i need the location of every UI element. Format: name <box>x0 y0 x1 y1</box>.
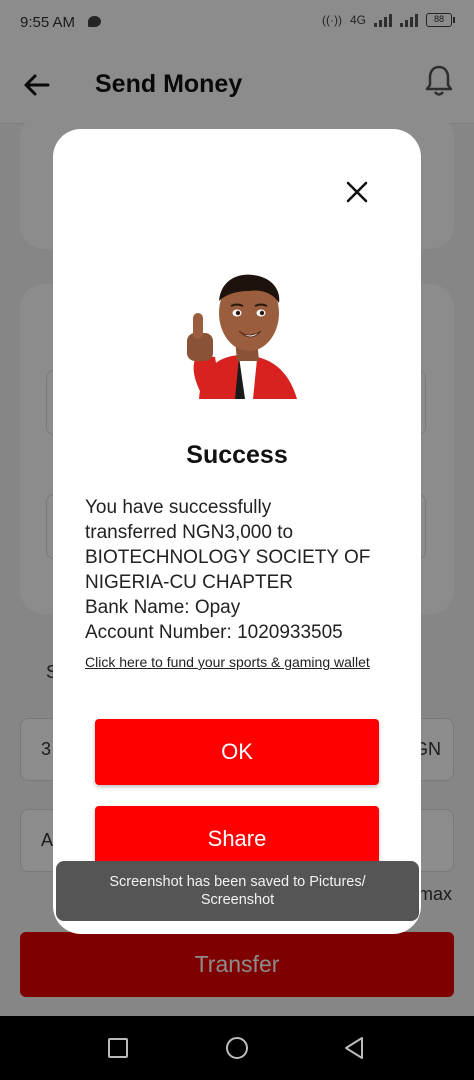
triangle-back-icon[interactable] <box>343 1036 365 1060</box>
toast-line: Screenshot <box>200 892 275 908</box>
message-line: You have successfully <box>85 497 272 518</box>
message-line: BIOTECHNOLOGY SOCIETY OF <box>85 547 371 568</box>
thumbs-up-character-illustration <box>187 274 297 399</box>
success-dialog: Success You have successfully transferre… <box>53 129 421 934</box>
bank-name-line: Bank Name: Opay <box>85 597 241 618</box>
fund-wallet-link[interactable]: Click here to fund your sports & gaming … <box>85 653 385 671</box>
close-icon[interactable] <box>344 179 370 205</box>
success-message: You have successfully transferred NGN3,0… <box>85 495 395 645</box>
ok-button[interactable]: OK <box>95 719 379 785</box>
dialog-title: Success <box>186 441 288 469</box>
message-line: NIGERIA-CU CHAPTER <box>85 572 293 593</box>
system-nav-bar <box>0 1016 474 1080</box>
square-icon[interactable] <box>108 1038 128 1058</box>
screenshot-toast: Screenshot has been saved to Pictures/ S… <box>56 861 419 921</box>
toast-line: Screenshot has been saved to Pictures/ <box>109 874 366 890</box>
message-line: transferred NGN3,000 to <box>85 522 294 543</box>
account-number-line: Account Number: 1020933505 <box>85 622 343 643</box>
circle-icon[interactable] <box>226 1037 248 1059</box>
